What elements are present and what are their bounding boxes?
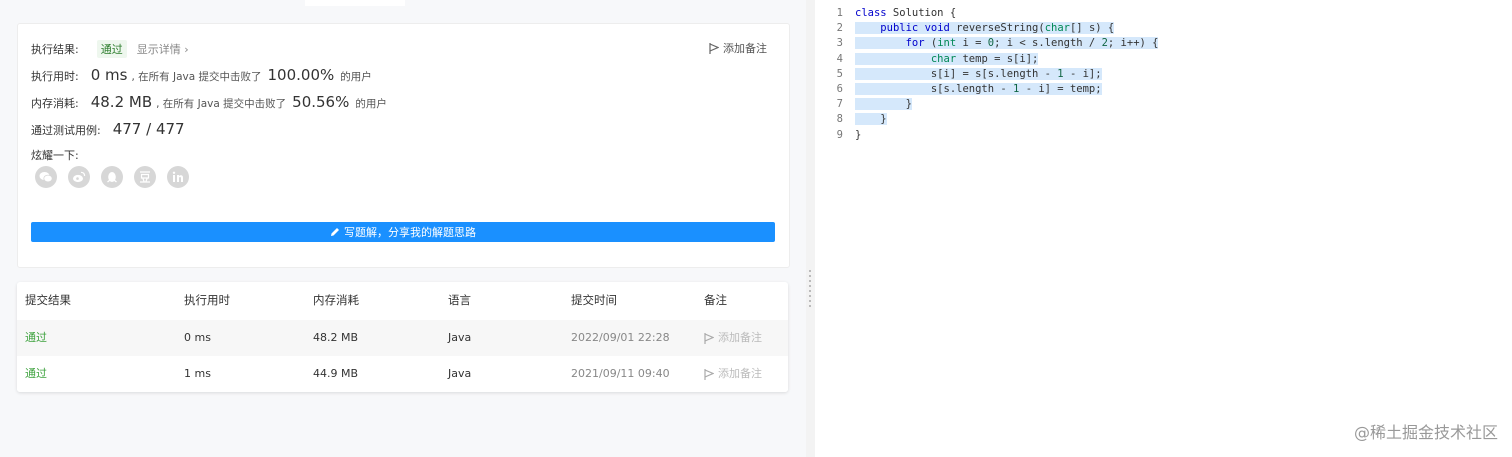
row-language: Java — [448, 331, 472, 344]
panel-resize-handle[interactable] — [806, 0, 815, 457]
code-line: 8 } — [836, 113, 887, 126]
write-solution-label: 写题解，分享我的解题思路 — [344, 226, 476, 239]
code-line: 3 for (int i = 0; i < s.length / 2; i++)… — [836, 37, 1159, 50]
runtime-beat-text: , 在所有 Java 提交中击败了 — [131, 71, 262, 83]
memory-percent: 50.56% — [292, 93, 350, 111]
code-editor[interactable]: 1 class Solution { 2 public void reverseS… — [815, 0, 1512, 457]
row-note-label: 添加备注 — [718, 331, 762, 344]
douban-icon[interactable] — [134, 166, 156, 188]
result-card: 执行结果: 通过 显示详情 › 添加备注 执行用时: 0 ms , 在所有 Ja… — [17, 23, 790, 268]
memory-beat-text: , 在所有 Java 提交中击败了 — [156, 98, 287, 110]
code-line: 5 s[i] = s[s.length - 1 - i]; — [836, 67, 1102, 80]
row-memory: 48.2 MB — [313, 331, 359, 344]
code-area[interactable]: 1 class Solution { 2 public void reverseS… — [815, 6, 1159, 143]
share-row: 炫耀一下: — [31, 147, 79, 163]
drag-dots-icon — [809, 270, 811, 310]
watermark: @稀土掘金技术社区 — [1353, 423, 1498, 442]
flag-icon — [709, 42, 719, 54]
code-line: 4 char temp = s[i]; — [836, 52, 1039, 65]
header-time[interactable]: 提交时间 — [571, 282, 617, 318]
header-status[interactable]: 提交结果 — [25, 282, 71, 318]
row-status-link[interactable]: 通过 — [25, 356, 47, 392]
tests-value: 477 / 477 — [112, 120, 185, 138]
tests-row: 通过测试用例: 477 / 477 — [31, 120, 185, 138]
linkedin-icon[interactable] — [167, 166, 189, 188]
pencil-icon — [331, 228, 339, 236]
status-label: 执行结果: — [31, 43, 79, 56]
runtime-suffix: 的用户 — [340, 71, 372, 83]
runtime-row: 执行用时: 0 ms , 在所有 Java 提交中击败了 100.00% 的用户 — [31, 66, 372, 84]
row-runtime: 1 ms — [184, 367, 211, 380]
add-note-button[interactable]: 添加备注 — [709, 40, 767, 56]
submission-panel: 执行结果: 通过 显示详情 › 添加备注 执行用时: 0 ms , 在所有 Ja… — [0, 6, 806, 457]
memory-row: 内存消耗: 48.2 MB , 在所有 Java 提交中击败了 50.56% 的… — [31, 93, 387, 111]
show-details-link[interactable]: 显示详情 › — [137, 41, 189, 57]
code-line: 2 public void reverseString(char[] s) { — [836, 22, 1115, 35]
weibo-icon[interactable] — [68, 166, 90, 188]
row-memory: 44.9 MB — [313, 367, 359, 380]
share-label: 炫耀一下: — [31, 149, 79, 162]
row-status-link[interactable]: 通过 — [25, 320, 47, 356]
header-runtime[interactable]: 执行用时 — [184, 282, 230, 318]
qq-icon[interactable] — [101, 166, 123, 188]
header-note: 备注 — [704, 293, 727, 307]
row-add-note-button[interactable]: 添加备注 — [704, 320, 762, 356]
table-row: 通过 0 ms 48.2 MB Java 2022/09/01 22:28 添加… — [17, 320, 788, 356]
status-badge: 通过 — [96, 40, 127, 58]
memory-label: 内存消耗: — [31, 97, 79, 110]
row-add-note-button[interactable]: 添加备注 — [704, 356, 762, 392]
share-icons — [35, 166, 189, 188]
memory-suffix: 的用户 — [355, 98, 387, 110]
runtime-label: 执行用时: — [31, 70, 79, 83]
runtime-percent: 100.00% — [267, 66, 335, 84]
table-header: 提交结果 执行用时 内存消耗 语言 提交时间 备注 — [17, 282, 788, 318]
write-solution-button[interactable]: 写题解，分享我的解题思路 — [31, 222, 775, 242]
add-note-label: 添加备注 — [723, 42, 767, 55]
tests-label: 通过测试用例: — [31, 124, 101, 137]
header-language[interactable]: 语言 — [448, 282, 471, 318]
runtime-value: 0 ms — [90, 66, 128, 84]
row-note-label: 添加备注 — [718, 367, 762, 380]
row-time: 2022/09/01 22:28 — [571, 331, 670, 344]
code-line: 6 s[s.length - 1 - i] = temp; — [836, 82, 1102, 95]
code-line: 9} — [836, 128, 862, 141]
submissions-table: 提交结果 执行用时 内存消耗 语言 提交时间 备注 通过 0 ms 48.2 M… — [17, 282, 788, 392]
code-line: 1 class Solution { — [836, 7, 957, 19]
row-runtime: 0 ms — [184, 331, 211, 344]
wechat-icon[interactable] — [35, 166, 57, 188]
row-language: Java — [448, 367, 472, 380]
code-line: 7 } — [836, 98, 912, 111]
flag-icon — [704, 368, 714, 380]
header-memory[interactable]: 内存消耗 — [313, 282, 359, 318]
row-time: 2021/09/11 09:40 — [571, 367, 670, 380]
table-row: 通过 1 ms 44.9 MB Java 2021/09/11 09:40 添加… — [17, 356, 788, 392]
memory-value: 48.2 MB — [90, 93, 153, 111]
flag-icon — [704, 332, 714, 344]
status-row: 执行结果: 通过 显示详情 › — [31, 40, 189, 58]
